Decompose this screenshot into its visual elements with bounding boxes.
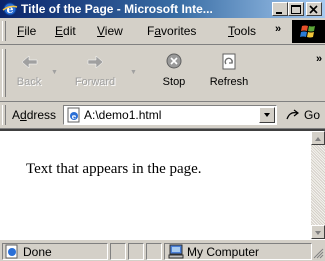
close-button[interactable] [306, 2, 322, 16]
page-body-text: Text that appears in the page. [26, 161, 202, 177]
vertical-scrollbar[interactable] [311, 131, 325, 239]
windows-logo-icon [300, 25, 315, 38]
status-panel-3 [146, 243, 162, 260]
status-panel-1 [110, 243, 126, 260]
forward-label: Forward [74, 76, 116, 88]
chevron-down-icon [264, 113, 270, 117]
stop-button[interactable]: Stop [154, 51, 194, 93]
window-title: Title of the Page - Microsoft Inte... [21, 2, 213, 16]
page-icon: e [67, 107, 80, 123]
status-zone-text: My Computer [187, 245, 260, 259]
address-input[interactable]: e A:\demo1.html [63, 105, 277, 125]
menu-file[interactable]: File [17, 24, 36, 38]
scroll-up-button[interactable] [311, 131, 325, 145]
status-text: Done [23, 245, 52, 259]
scroll-down-button[interactable] [311, 225, 325, 239]
menu-tools[interactable]: Tools [228, 24, 256, 38]
status-page-icon [5, 244, 18, 259]
back-arrow-icon [21, 55, 38, 69]
menu-edit[interactable]: Edit [55, 24, 76, 38]
toolbar-grip[interactable] [2, 49, 6, 97]
standard-toolbar: Back ▼ Forward ▼ Stop Refresh » [0, 45, 325, 102]
refresh-label: Refresh [209, 76, 249, 88]
maximize-button[interactable] [288, 2, 304, 16]
refresh-icon [222, 53, 236, 70]
stop-icon [166, 53, 182, 69]
title-bar[interactable]: e Title of the Page - Microsoft Inte... [0, 0, 325, 18]
toolbar-overflow-chevron[interactable]: » [316, 53, 322, 65]
address-bar: Address e A:\demo1.html Go [0, 102, 325, 129]
maximize-icon [291, 5, 301, 14]
resize-grip-icon[interactable] [312, 247, 324, 259]
address-bar-grip[interactable] [2, 105, 6, 125]
close-icon [309, 5, 318, 14]
minimize-button[interactable] [272, 2, 288, 16]
refresh-button[interactable]: Refresh [203, 51, 255, 93]
address-dropdown-button[interactable] [259, 107, 275, 123]
windows-logo-throbber [292, 20, 325, 43]
status-zone-panel: My Computer [164, 243, 312, 260]
browser-window: e Title of the Page - Microsoft Inte... … [0, 0, 325, 261]
menu-view[interactable]: View [97, 24, 123, 38]
go-arrow-icon[interactable] [284, 107, 302, 123]
back-label: Back [16, 76, 42, 88]
menu-bar-grip[interactable] [2, 21, 6, 41]
back-dropdown-arrow[interactable]: ▼ [51, 69, 58, 76]
menu-overflow-chevron[interactable]: » [275, 23, 281, 35]
status-main-panel: Done [2, 243, 108, 260]
forward-dropdown-arrow[interactable]: ▼ [130, 69, 137, 76]
status-panel-2 [128, 243, 144, 260]
svg-text:e: e [7, 3, 14, 16]
back-button[interactable]: Back [12, 51, 46, 93]
stop-label: Stop [162, 76, 186, 88]
scroll-down-arrow-icon [315, 231, 321, 235]
address-label: Address [12, 108, 57, 122]
address-value: A:\demo1.html [84, 108, 162, 122]
scroll-up-arrow-icon [315, 137, 321, 141]
page-content[interactable]: Text that appears in the page. [0, 129, 325, 239]
menu-favorites[interactable]: Favorites [147, 24, 196, 38]
forward-arrow-icon [87, 55, 104, 69]
menu-bar: File Edit View Favorites Tools » [0, 18, 325, 45]
forward-button[interactable]: Forward [66, 51, 124, 93]
status-bar: Done My Computer [0, 239, 325, 261]
go-button-label[interactable]: Go [304, 108, 320, 122]
my-computer-icon [168, 244, 184, 259]
svg-text:e: e [72, 112, 77, 121]
internet-explorer-icon[interactable]: e [2, 1, 18, 17]
minimize-icon [276, 12, 282, 14]
